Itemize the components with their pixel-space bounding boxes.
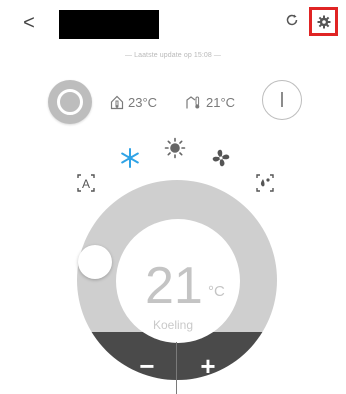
power-icon — [281, 92, 283, 107]
current-mode-label: Koeling — [152, 318, 194, 332]
mode-cool-button[interactable] — [118, 146, 142, 170]
mode-selector-ring — [57, 89, 83, 115]
decrease-temperature-button[interactable]: − — [118, 338, 176, 394]
mode-dry-button[interactable] — [254, 172, 276, 194]
outdoor-temperature-value: 21°C — [206, 94, 236, 110]
fan-icon — [212, 149, 230, 167]
mode-auto-button[interactable]: A — [75, 172, 97, 194]
back-button[interactable]: < — [18, 10, 40, 36]
auto-mode-label: A — [82, 177, 90, 191]
refresh-icon — [286, 14, 298, 26]
indoor-temperature-value: 23°C — [128, 94, 158, 110]
outdoor-temperature-icon — [186, 95, 200, 108]
settings-button[interactable] — [309, 7, 338, 36]
refresh-button[interactable] — [281, 12, 303, 34]
auto-mode-icon: A — [77, 174, 95, 192]
temperature-unit: °C — [208, 283, 225, 300]
device-title — [59, 10, 159, 39]
sun-icon — [164, 137, 186, 159]
house-temperature-icon — [110, 95, 124, 109]
mode-fan-button[interactable] — [209, 146, 233, 170]
mode-heat-button[interactable] — [163, 136, 187, 160]
snowflake-icon — [121, 148, 139, 168]
dry-mode-icon — [256, 174, 274, 192]
set-temperature-value: 21 — [145, 257, 203, 315]
gear-icon — [317, 15, 330, 28]
last-update-text: — Laatste update op 15:08 — — [124, 52, 222, 59]
increase-temperature-button[interactable]: + — [177, 338, 239, 394]
indoor-temperature: 23°C — [110, 92, 157, 112]
outdoor-temperature: 21°C — [186, 92, 235, 112]
dial-handle[interactable] — [78, 245, 112, 279]
